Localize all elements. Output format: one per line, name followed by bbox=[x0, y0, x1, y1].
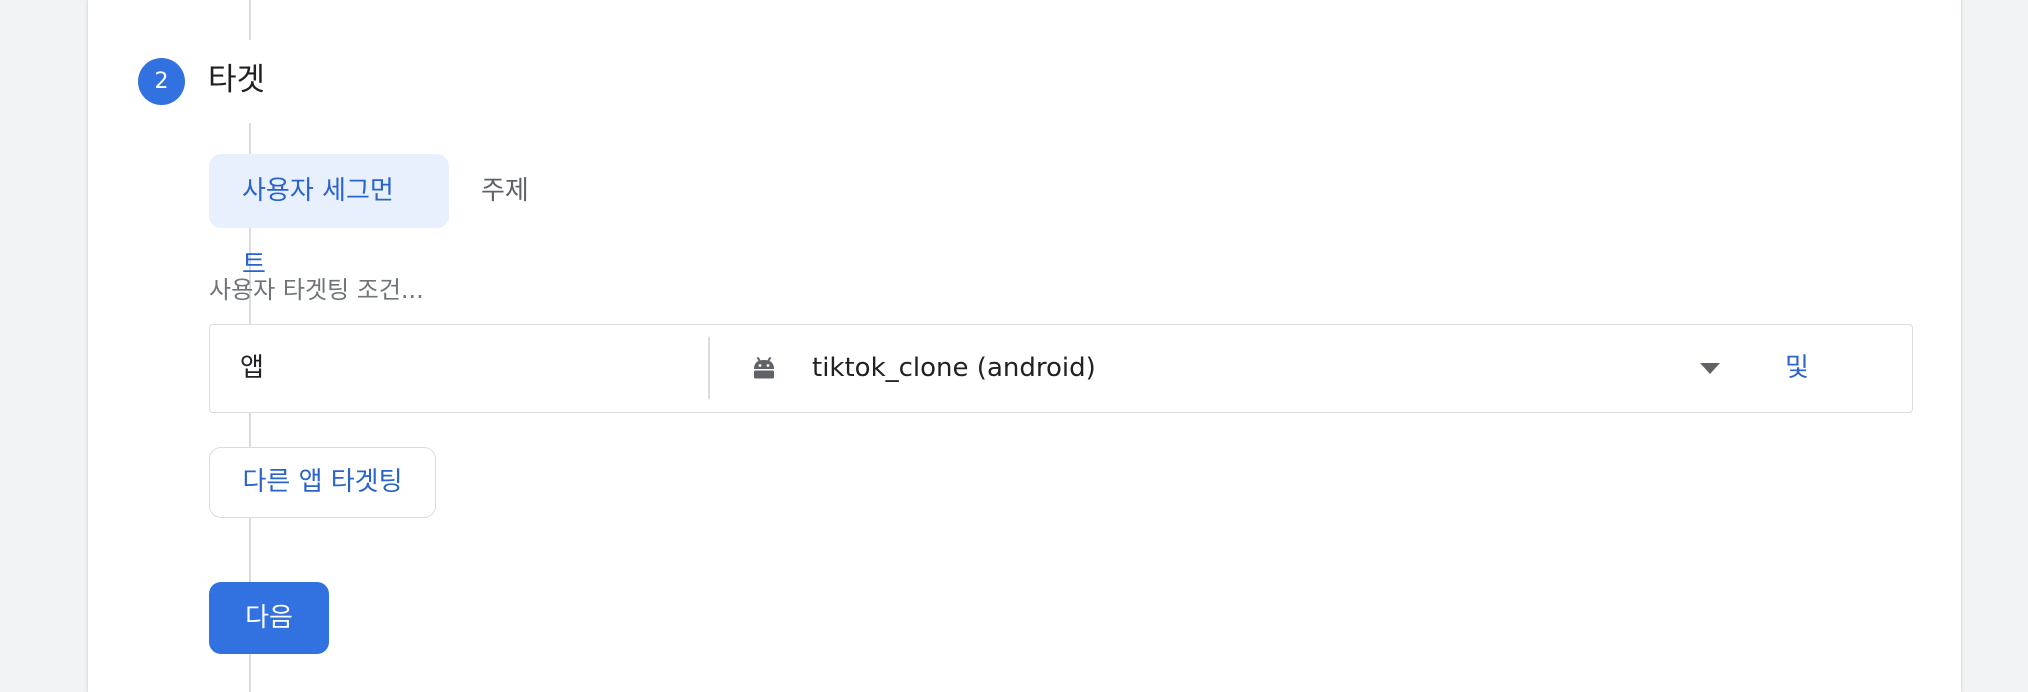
condition-divider bbox=[708, 337, 710, 399]
step-title: 타겟 bbox=[208, 62, 266, 98]
tab-user-segment[interactable]: 사용자 세그먼트 bbox=[209, 154, 449, 280]
condition-type-label: 앱 bbox=[240, 353, 264, 383]
chevron-down-icon[interactable] bbox=[1700, 363, 1720, 374]
and-condition-link[interactable]: 및 bbox=[1785, 325, 1809, 411]
tab-topic[interactable]: 주제 bbox=[449, 154, 562, 228]
targeting-condition-row: 앱 tiktok_clone (android) 및 bbox=[209, 324, 1913, 413]
target-other-app-button[interactable]: 다른 앱 타겟팅 bbox=[209, 447, 436, 518]
android-icon bbox=[754, 357, 774, 379]
app-select-value[interactable]: tiktok_clone (android) bbox=[812, 325, 1096, 411]
targeting-criteria-label: 사용자 타겟팅 조건... bbox=[209, 276, 424, 304]
stepper-line bbox=[249, 0, 251, 40]
step-number-badge: 2 bbox=[138, 58, 185, 105]
next-button[interactable]: 다음 bbox=[209, 582, 329, 654]
